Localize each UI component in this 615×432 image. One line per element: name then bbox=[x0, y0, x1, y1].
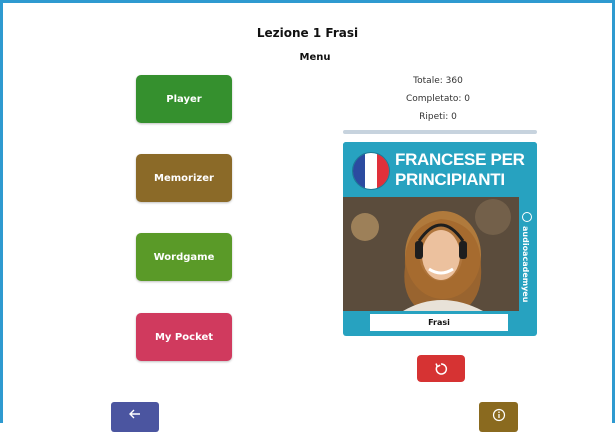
cover-label: Frasi bbox=[370, 314, 508, 331]
refresh-icon bbox=[435, 362, 448, 375]
completed-count: Completato: 0 bbox=[405, 94, 470, 104]
french-flag-icon bbox=[352, 152, 390, 190]
memorizer-button[interactable]: Memorizer bbox=[136, 154, 232, 202]
cover-brand-text: audioacademyeu bbox=[521, 226, 530, 303]
arrow-left-icon bbox=[129, 409, 140, 419]
progress-bar bbox=[343, 130, 537, 134]
cover-photo bbox=[343, 197, 519, 311]
player-button[interactable]: Player bbox=[136, 75, 232, 123]
headphones-icon bbox=[522, 212, 532, 222]
cover-title: FRANCESE PER PRINCIPIANTI bbox=[395, 150, 525, 189]
repeat-count: Ripeti: 0 bbox=[419, 112, 457, 122]
page-title: Lezione 1 Frasi bbox=[256, 26, 359, 40]
my-pocket-button[interactable]: My Pocket bbox=[136, 313, 232, 361]
info-button[interactable] bbox=[479, 402, 518, 432]
menu-heading: Menu bbox=[299, 52, 331, 63]
wordgame-button[interactable]: Wordgame bbox=[136, 233, 232, 281]
info-icon bbox=[492, 408, 505, 422]
total-count: Totale: 360 bbox=[413, 76, 463, 86]
back-button[interactable] bbox=[111, 402, 159, 432]
reset-button[interactable] bbox=[417, 355, 465, 382]
course-cover[interactable]: FRANCESE PER PRINCIPIANTI audioacademyeu… bbox=[343, 142, 537, 336]
